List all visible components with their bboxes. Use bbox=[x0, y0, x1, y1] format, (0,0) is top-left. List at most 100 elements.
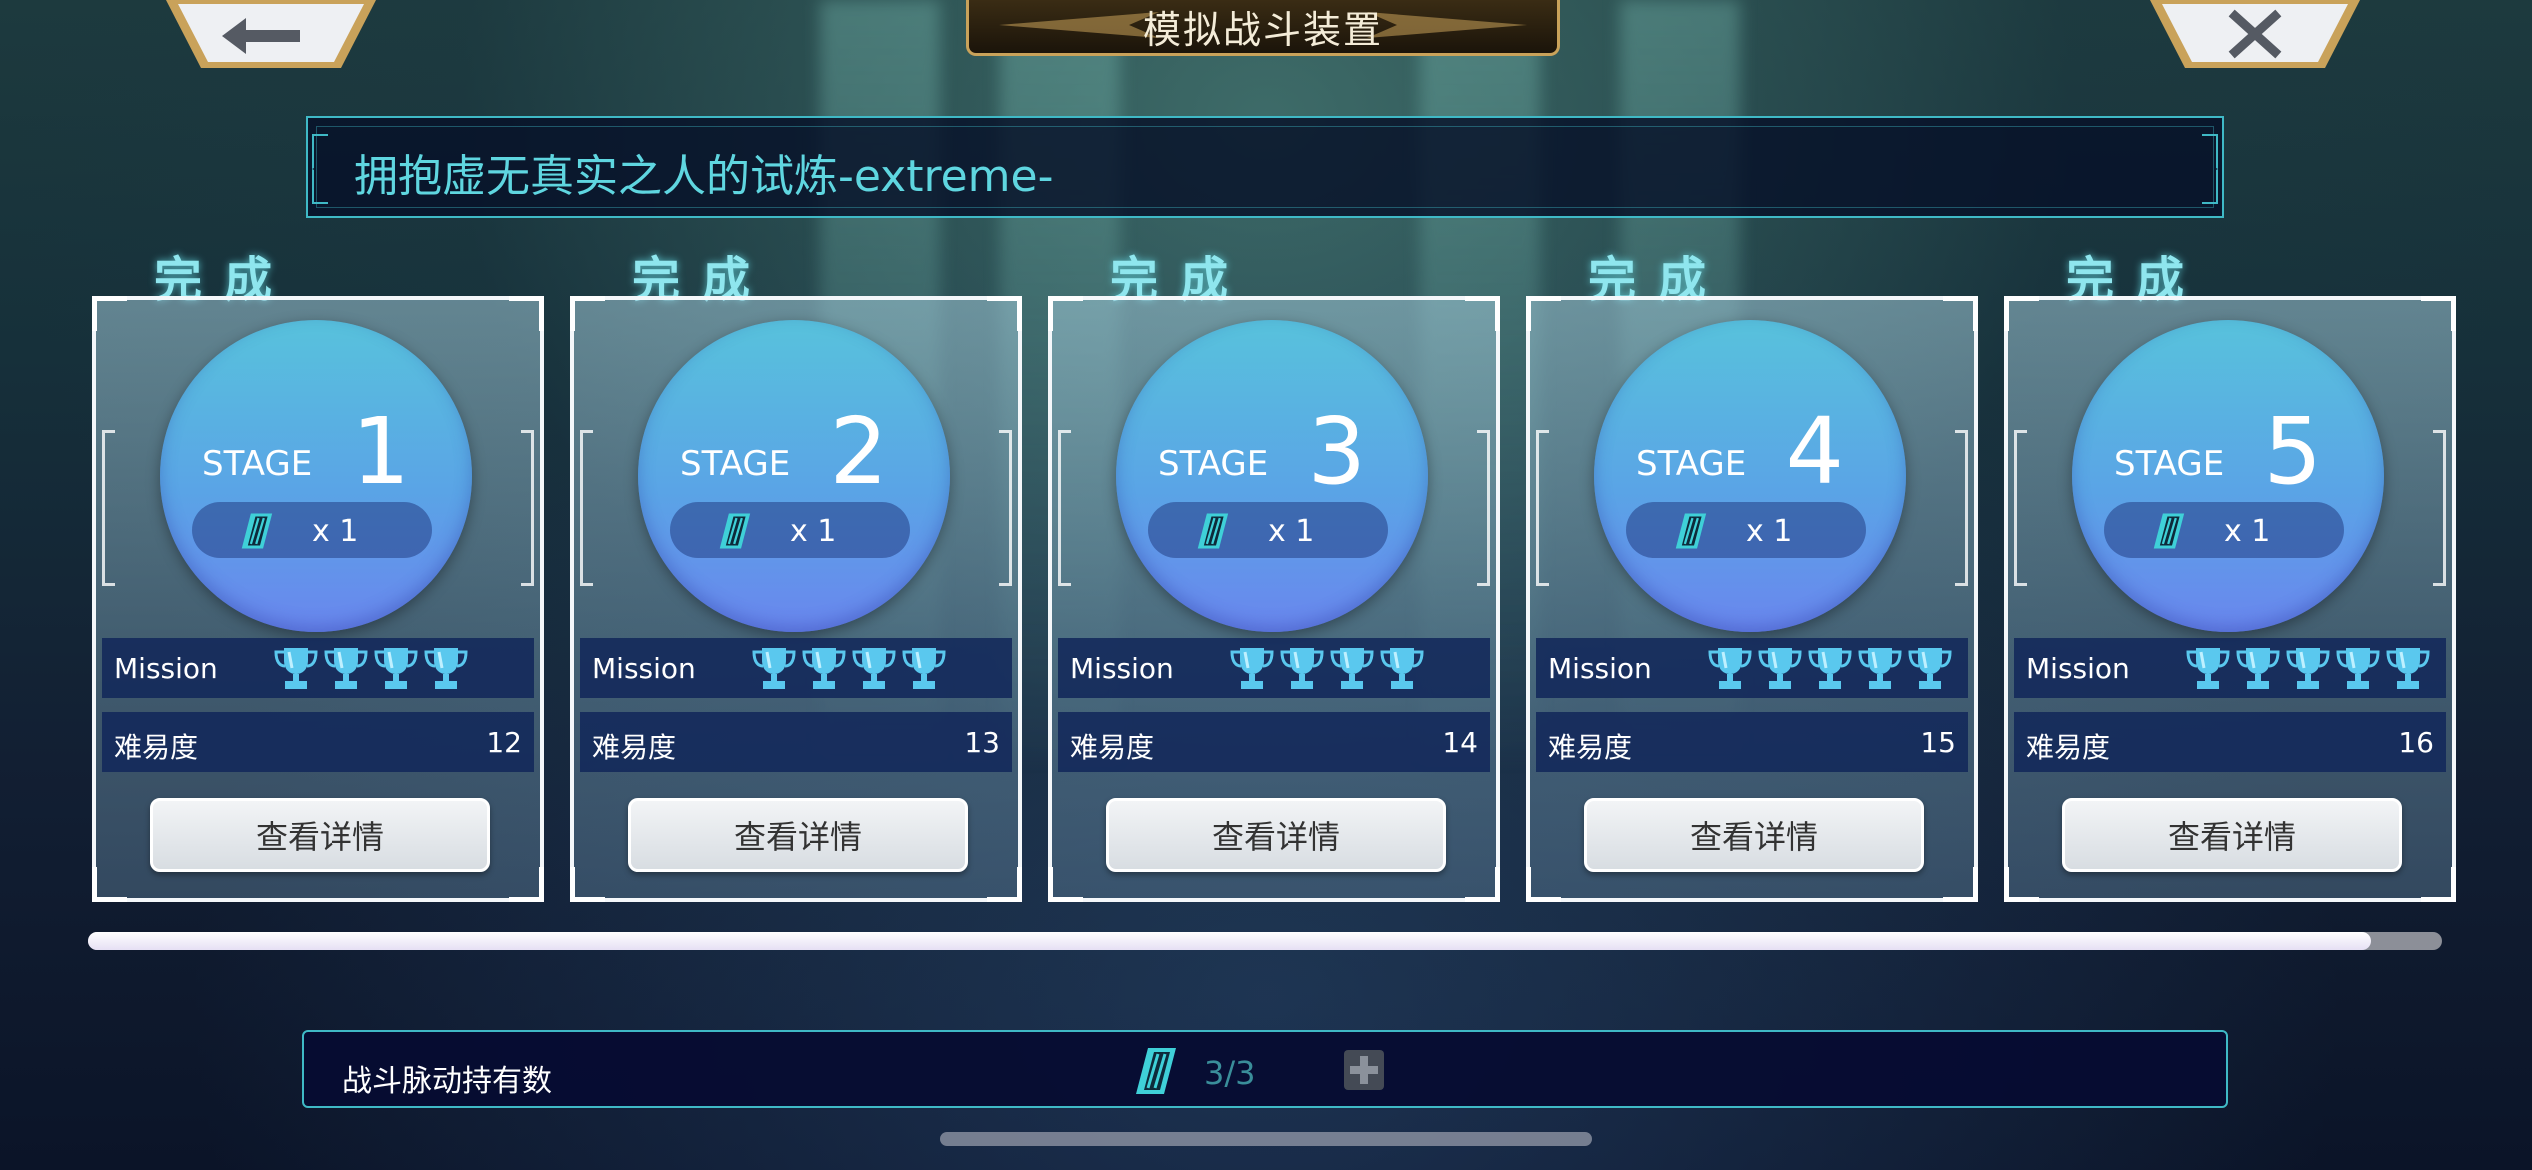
mission-row: Mission bbox=[2014, 638, 2446, 698]
trophy-icon bbox=[852, 648, 896, 689]
difficulty-value: 15 bbox=[1920, 726, 1956, 759]
stage-card-2[interactable]: 完成 STAGE 2 x 1 Mission 难易度 13 查看详情 bbox=[570, 240, 1022, 902]
difficulty-label: 难易度 bbox=[2026, 731, 2111, 764]
stage-card-4[interactable]: 完成 STAGE 4 x 1 Mission 难易度 15 查看详情 bbox=[1526, 240, 1978, 902]
stage-card-5[interactable]: 完成 STAGE 5 x 1 Mission 难易度 16 查看详情 bbox=[2004, 240, 2456, 902]
trial-name: 拥抱虚无真实之人的试炼-extreme- bbox=[354, 151, 1054, 202]
side-bracket bbox=[1058, 430, 1071, 586]
difficulty-label: 难易度 bbox=[1548, 731, 1633, 764]
page-title: 模拟战斗装置 bbox=[1142, 8, 1383, 52]
stage-label: STAGE bbox=[680, 444, 791, 484]
mission-label: Mission bbox=[2026, 652, 2130, 685]
arrow-left-icon bbox=[166, 0, 376, 68]
view-details-button[interactable]: 查看详情 bbox=[150, 798, 490, 872]
corner-decoration bbox=[1048, 296, 1083, 331]
view-details-button[interactable]: 查看详情 bbox=[1584, 798, 1924, 872]
trophy-icon bbox=[1230, 648, 1274, 689]
stage-card-body: STAGE 3 x 1 Mission 难易度 14 查看详情 bbox=[1048, 296, 1500, 902]
battle-ticket-icon bbox=[1197, 513, 1229, 549]
close-icon bbox=[2150, 0, 2360, 68]
mission-row: Mission bbox=[102, 638, 534, 698]
horizontal-scrollbar-thumb[interactable] bbox=[88, 932, 2371, 950]
trophy-icon bbox=[2386, 648, 2430, 689]
corner-decoration bbox=[1048, 867, 1083, 902]
add-ticket-button[interactable] bbox=[1344, 1050, 1384, 1090]
stage-card-body: STAGE 5 x 1 Mission 难易度 16 查看详情 bbox=[2004, 296, 2456, 902]
side-bracket bbox=[1477, 430, 1490, 586]
stage-label: STAGE bbox=[2114, 444, 2225, 484]
stage-circle[interactable]: STAGE 3 x 1 bbox=[1116, 320, 1428, 632]
trophy-icon bbox=[2186, 648, 2230, 689]
trophy-icon bbox=[2336, 648, 2380, 689]
trophy-icon bbox=[1380, 648, 1424, 689]
back-button[interactable] bbox=[166, 0, 376, 70]
trophy-icon bbox=[1908, 648, 1952, 689]
mission-trophies bbox=[2184, 644, 2432, 692]
title-ornament-icon bbox=[999, 12, 1159, 38]
trophy-icon bbox=[1708, 648, 1752, 689]
mission-trophies bbox=[1228, 644, 1426, 692]
difficulty-value: 16 bbox=[2398, 726, 2434, 759]
corner-decoration bbox=[1943, 867, 1978, 902]
stage-card-body: STAGE 4 x 1 Mission 难易度 15 查看详情 bbox=[1526, 296, 1978, 902]
side-bracket bbox=[999, 430, 1012, 586]
mission-row: Mission bbox=[1536, 638, 1968, 698]
difficulty-value: 13 bbox=[964, 726, 1000, 759]
mission-trophies bbox=[750, 644, 948, 692]
ticket-cost-pill: x 1 bbox=[670, 502, 910, 558]
corner-decoration bbox=[509, 296, 544, 331]
trophy-icon bbox=[1808, 648, 1852, 689]
stage-circle[interactable]: STAGE 4 x 1 bbox=[1594, 320, 1906, 632]
battle-ticket-icon bbox=[2153, 513, 2185, 549]
close-button[interactable] bbox=[2150, 0, 2360, 70]
stage-card-3[interactable]: 完成 STAGE 3 x 1 Mission 难易度 14 查看详情 bbox=[1048, 240, 1500, 902]
corner-decoration bbox=[987, 867, 1022, 902]
ticket-cost-pill: x 1 bbox=[1148, 502, 1388, 558]
stage-card-body: STAGE 2 x 1 Mission 难易度 13 查看详情 bbox=[570, 296, 1022, 902]
trial-name-bar: 拥抱虚无真实之人的试炼-extreme- bbox=[306, 116, 2224, 218]
corner-decoration bbox=[2004, 296, 2039, 331]
corner-decoration bbox=[570, 296, 605, 331]
mission-label: Mission bbox=[1548, 652, 1652, 685]
stage-number: 5 bbox=[2263, 398, 2322, 505]
screen-title-plate: 模拟战斗装置 bbox=[966, 0, 1560, 56]
view-details-button[interactable]: 查看详情 bbox=[1106, 798, 1446, 872]
ticket-cost-pill: x 1 bbox=[2104, 502, 2344, 558]
stage-circle[interactable]: STAGE 5 x 1 bbox=[2072, 320, 2384, 632]
trophy-icon bbox=[1858, 648, 1902, 689]
corner-decoration bbox=[2421, 867, 2456, 902]
corner-decoration bbox=[2004, 867, 2039, 902]
mission-label: Mission bbox=[592, 652, 696, 685]
battle-ticket-icon bbox=[1675, 513, 1707, 549]
holdings-label: 战斗脉动持有数 bbox=[342, 1064, 552, 1099]
corner-decoration bbox=[1526, 867, 1561, 902]
battle-pulse-holdings-bar: 战斗脉动持有数 3/3 bbox=[302, 1030, 2228, 1108]
stage-card-body: STAGE 1 x 1 Mission 难易度 12 查看详情 bbox=[92, 296, 544, 902]
view-details-button[interactable]: 查看详情 bbox=[628, 798, 968, 872]
mission-row: Mission bbox=[580, 638, 1012, 698]
difficulty-row: 难易度 13 bbox=[580, 712, 1012, 772]
corner-decoration bbox=[92, 867, 127, 902]
side-bracket bbox=[1536, 430, 1549, 586]
difficulty-label: 难易度 bbox=[1070, 731, 1155, 764]
corner-decoration bbox=[1943, 296, 1978, 331]
stage-label: STAGE bbox=[1636, 444, 1747, 484]
corner-decoration bbox=[1465, 296, 1500, 331]
stage-circle[interactable]: STAGE 2 x 1 bbox=[638, 320, 950, 632]
trophy-icon bbox=[802, 648, 846, 689]
stage-circle[interactable]: STAGE 1 x 1 bbox=[160, 320, 472, 632]
difficulty-value: 12 bbox=[486, 726, 522, 759]
stage-label: STAGE bbox=[1158, 444, 1269, 484]
corner-decoration bbox=[1526, 296, 1561, 331]
difficulty-value: 14 bbox=[1442, 726, 1478, 759]
stage-card-1[interactable]: 完成 STAGE 1 x 1 Mission 难易度 12 查看详情 bbox=[92, 240, 544, 902]
ticket-cost: x 1 bbox=[1746, 514, 1793, 549]
view-details-button[interactable]: 查看详情 bbox=[2062, 798, 2402, 872]
side-bracket bbox=[521, 430, 534, 586]
side-bracket bbox=[1955, 430, 1968, 586]
home-indicator[interactable] bbox=[940, 1132, 1592, 1146]
trophy-icon bbox=[2236, 648, 2280, 689]
corner-decoration bbox=[92, 296, 127, 331]
stage-number: 3 bbox=[1307, 398, 1366, 505]
title-ornament-icon bbox=[1367, 12, 1527, 38]
